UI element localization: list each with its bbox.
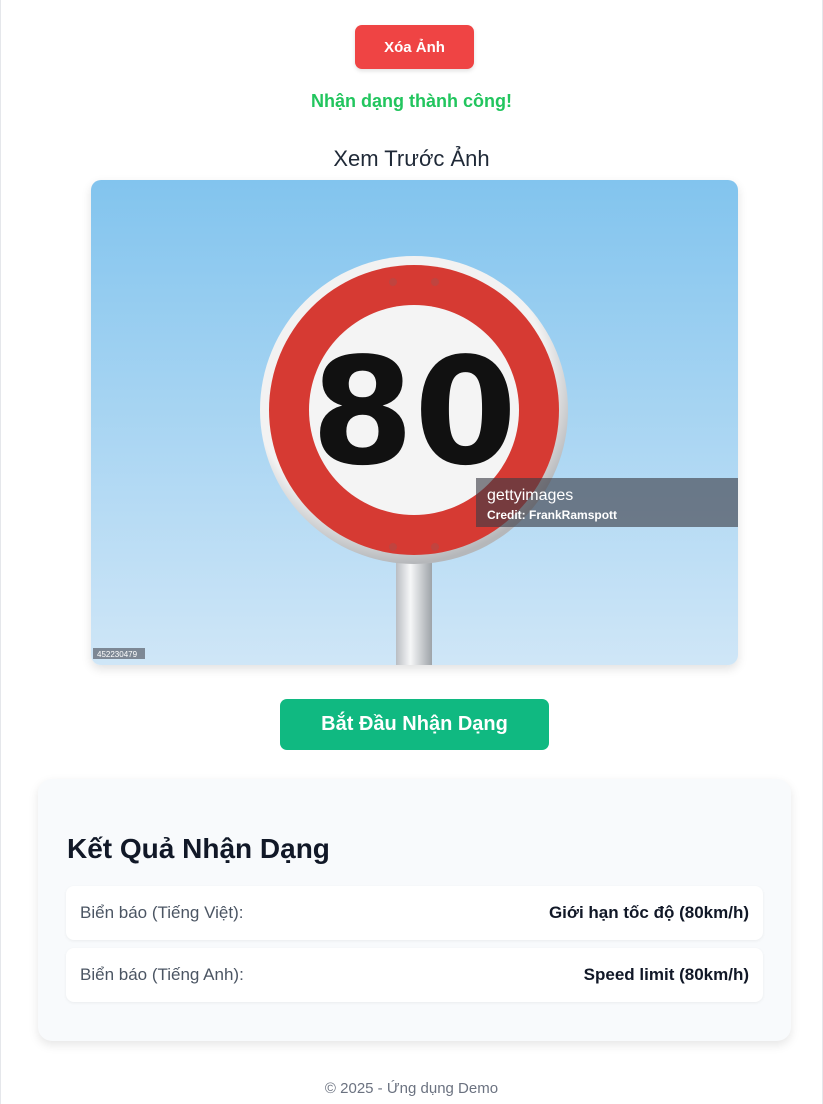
image-id-text: 452230479 (97, 650, 138, 659)
result-label-vietnamese: Biển báo (Tiếng Việt): (80, 903, 244, 922)
image-preview: 80 gettyimages Credit: FrankRamspott 452… (91, 180, 738, 665)
watermark-brand: gettyimages (487, 487, 573, 504)
result-row-vietnamese: Biển báo (Tiếng Việt): Giới hạn tốc độ (… (66, 886, 763, 940)
preview-title: Xem Trước Ảnh (333, 146, 490, 171)
footer-text: © 2025 - Ứng dụng Demo (324, 1080, 499, 1097)
result-title: Kết Quả Nhận Dạng (67, 833, 330, 864)
sign-pole (396, 555, 432, 665)
result-value-vietnamese: Giới hạn tốc độ (80km/h) (548, 903, 749, 922)
delete-image-button[interactable]: Xóa Ảnh (355, 25, 474, 69)
speed-limit-sign-image: 80 gettyimages Credit: FrankRamspott 452… (91, 180, 738, 665)
result-value-english: Speed limit (80km/h) (583, 965, 749, 984)
result-label-english: Biển báo (Tiếng Anh): (80, 965, 244, 984)
sign-number: 80 (311, 326, 517, 498)
success-message: Nhận dạng thành công! (311, 91, 512, 111)
result-card: Kết Quả Nhận Dạng Biển báo (Tiếng Việt):… (38, 779, 791, 1041)
result-row-english: Biển báo (Tiếng Anh): Speed limit (80km/… (66, 948, 763, 1002)
start-recognition-button[interactable]: Bắt Đầu Nhận Dạng (280, 699, 549, 750)
watermark-credit: Credit: FrankRamspott (487, 508, 617, 522)
